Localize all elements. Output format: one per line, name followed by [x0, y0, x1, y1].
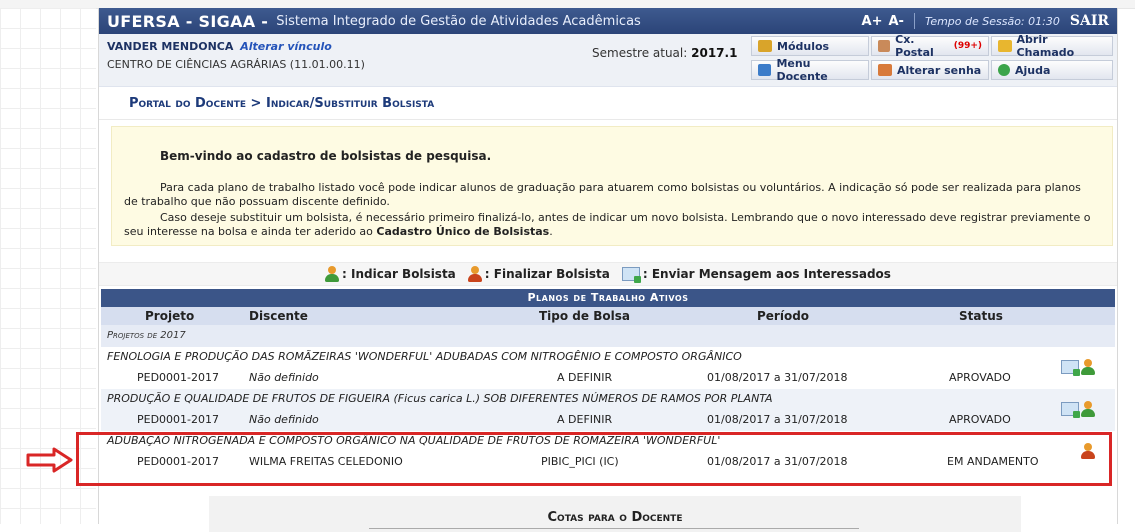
- tipo-bolsa: A DEFINIR: [557, 413, 613, 426]
- table-row: PRODUÇÃO E QUALIDADE DE FRUTOS DE FIGUEI…: [101, 389, 1115, 431]
- session-timer: Tempo de Sessão: 01:30: [924, 14, 1060, 28]
- col-periodo: Período: [757, 309, 810, 323]
- legend-finalizar-label: : Finalizar Bolsista: [484, 267, 610, 281]
- divider: [913, 13, 915, 29]
- alterar-senha-label: Alterar senha: [897, 63, 982, 77]
- cotas-divider: [369, 528, 859, 529]
- projeto-code: PED0001-2017: [137, 371, 220, 384]
- title-bar: UFERSA - SIGAA - Sistema Integrado de Ge…: [99, 8, 1117, 34]
- change-link[interactable]: Alterar vínculo: [240, 40, 332, 53]
- info-paragraph-2: Caso deseje substituir um bolsista, é ne…: [124, 211, 1094, 239]
- send-mail-icon[interactable]: [1061, 402, 1080, 418]
- system-subtitle: Sistema Integrado de Gestão de Atividade…: [276, 13, 641, 29]
- table-title: Planos de Trabalho Ativos: [101, 289, 1115, 307]
- project-title: FENOLOGIA E PRODUÇÃO DAS ROMÃZEIRAS 'WON…: [107, 350, 742, 363]
- send-mail-icon[interactable]: [1061, 360, 1080, 376]
- menu-docente-label: Menu Docente: [776, 57, 828, 83]
- title-bar-controls: A+ A- Tempo de Sessão: 01:30 SAIR: [862, 13, 1109, 29]
- legend-indicar-label: : Indicar Bolsista: [342, 267, 456, 281]
- ajuda-label: Ajuda: [1015, 63, 1051, 77]
- discente: Não definido: [249, 371, 319, 384]
- legend-indicar: : Indicar Bolsista: [325, 266, 456, 282]
- table-row: FENOLOGIA E PRODUÇÃO DAS ROMÃZEIRAS 'WON…: [101, 347, 1115, 389]
- megaphone-icon: [998, 40, 1012, 52]
- semester-info: Semestre atual: 2017.1: [592, 46, 737, 60]
- user-name: VANDER MENDONCA: [107, 40, 234, 53]
- col-tipo-bolsa: Tipo de Bolsa: [539, 309, 630, 323]
- send-mail-icon: [621, 267, 641, 283]
- font-decrease-button[interactable]: A-: [888, 14, 903, 29]
- col-status: Status: [959, 309, 1003, 323]
- abrir-chamado-label: Abrir Chamado: [1016, 33, 1075, 59]
- brand-title: UFERSA - SIGAA -: [107, 11, 269, 31]
- highlight-arrow-icon: [26, 447, 73, 473]
- info-paragraph-2-text: Caso deseje substituir um bolsista, é ne…: [124, 211, 1091, 238]
- action-legend: : Indicar Bolsista : Finalizar Bolsista …: [99, 262, 1117, 286]
- status: APROVADO: [949, 413, 1011, 426]
- welcome-text: Bem-vindo ao cadastro de bolsistas de pe…: [160, 149, 492, 163]
- col-discente: Discente: [249, 309, 308, 323]
- user-info: VANDER MENDONCA Alterar vínculo: [107, 40, 332, 53]
- status: APROVADO: [949, 371, 1011, 384]
- legend-finalizar: : Finalizar Bolsista: [467, 266, 610, 282]
- semester-label: Semestre atual:: [592, 46, 688, 60]
- department: CENTRO DE CIÊNCIAS AGRÁRIAS (11.01.00.11…: [107, 58, 365, 71]
- info-paragraph-1: Para cada plano de trabalho listado você…: [124, 181, 1081, 208]
- table-header: Projeto Discente Tipo de Bolsa Período S…: [101, 307, 1115, 325]
- add-user-icon: [325, 266, 340, 282]
- group-header: Projetos de 2017: [101, 325, 1115, 347]
- abrir-chamado-button[interactable]: Abrir Chamado: [991, 33, 1113, 59]
- legend-enviar-label: : Enviar Mensagem aos Interessados: [642, 267, 891, 281]
- row-actions: [1061, 359, 1095, 376]
- user-bar: VANDER MENDONCA Alterar vínculo CENTRO D…: [99, 33, 1117, 87]
- caixa-postal-label: Cx. Postal: [895, 33, 934, 59]
- unread-badge: (99+): [953, 41, 982, 51]
- alterar-senha-button[interactable]: Alterar senha: [871, 60, 989, 80]
- legend-enviar: : Enviar Mensagem aos Interessados: [621, 267, 891, 283]
- highlight-box: [76, 432, 1112, 486]
- logout-button[interactable]: SAIR: [1070, 13, 1109, 29]
- discente: Não definido: [249, 413, 319, 426]
- user-key-icon: [878, 64, 892, 76]
- remove-user-icon: [467, 266, 482, 282]
- help-icon: [998, 64, 1010, 76]
- periodo: 01/08/2017 a 31/07/2018: [707, 371, 848, 384]
- info-box: Bem-vindo ao cadastro de bolsistas de pe…: [111, 126, 1113, 246]
- font-increase-button[interactable]: A+: [862, 14, 883, 29]
- col-projeto: Projeto: [145, 309, 195, 323]
- sitemap-icon: [758, 64, 772, 76]
- modulos-button[interactable]: Módulos: [751, 36, 869, 56]
- add-user-icon[interactable]: [1081, 401, 1095, 417]
- modulos-label: Módulos: [777, 39, 830, 53]
- cotas-section: Cotas para o Docente: [209, 496, 1021, 532]
- project-title: PRODUÇÃO E QUALIDADE DE FRUTOS DE FIGUEI…: [107, 392, 773, 405]
- caixa-postal-button[interactable]: Cx. Postal (99+): [871, 33, 989, 59]
- semester-value: 2017.1: [691, 46, 738, 60]
- mailbox-icon: [878, 40, 891, 52]
- cube-icon: [758, 40, 772, 52]
- periodo: 01/08/2017 a 31/07/2018: [707, 413, 848, 426]
- row-actions: [1061, 401, 1095, 418]
- info-paragraph-2-end: .: [549, 225, 553, 238]
- cadastro-unico-link: Cadastro Único de Bolsistas: [376, 225, 550, 238]
- breadcrumb: Portal do Docente > Indicar/Substituir B…: [99, 87, 1117, 120]
- ajuda-button[interactable]: Ajuda: [991, 60, 1113, 80]
- add-user-icon[interactable]: [1081, 359, 1095, 375]
- tipo-bolsa: A DEFINIR: [557, 371, 613, 384]
- projeto-code: PED0001-2017: [137, 413, 220, 426]
- menu-docente-button[interactable]: Menu Docente: [751, 57, 869, 83]
- cotas-title: Cotas para o Docente: [547, 510, 683, 525]
